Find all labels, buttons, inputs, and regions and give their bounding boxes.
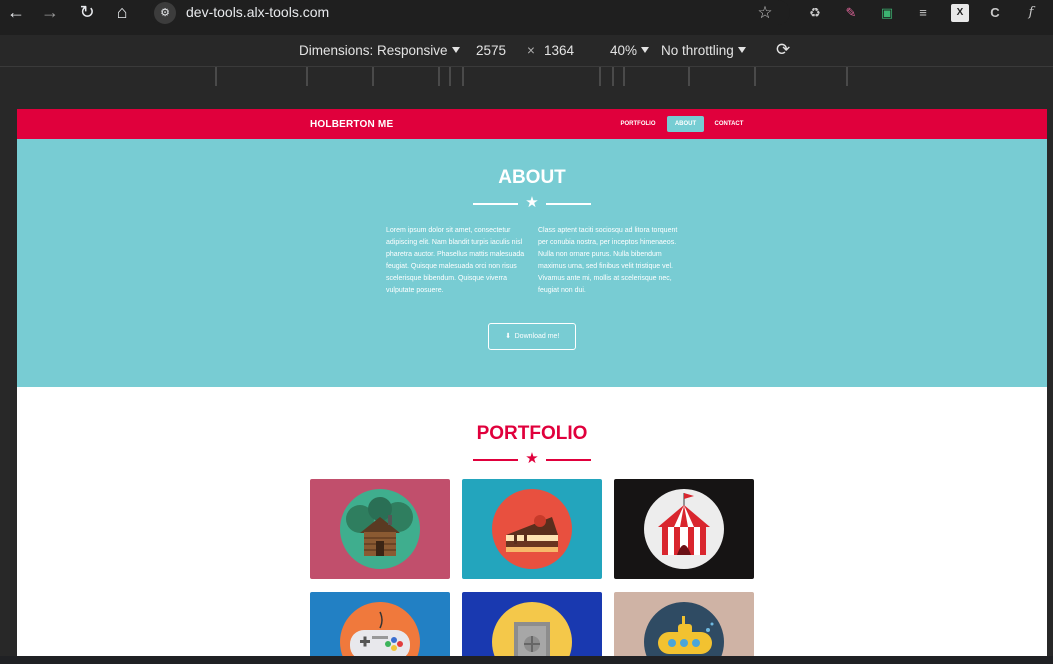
width-input[interactable]: 2575 xyxy=(476,43,506,58)
portfolio-tile-cabin[interactable] xyxy=(310,479,450,579)
forward-icon[interactable]: → xyxy=(38,0,62,25)
list-icon[interactable]: ≡ xyxy=(914,4,932,22)
download-icon: ⬇ xyxy=(505,333,512,340)
game-controller-icon xyxy=(340,602,420,656)
submarine-icon xyxy=(644,602,724,656)
star-icon: ★ xyxy=(525,450,539,467)
site-info-icon[interactable]: ⚙ xyxy=(154,2,176,24)
star-icon: ★ xyxy=(525,194,539,211)
times-sign: × xyxy=(527,43,535,58)
brush-icon[interactable]: ✎ xyxy=(842,4,860,22)
portfolio-tile-submarine[interactable] xyxy=(614,592,754,656)
xl-icon[interactable]: X xyxy=(951,4,969,22)
zoom-label: 40% xyxy=(610,43,638,58)
about-text-left: Lorem ipsum dolor sit amet, consectetur … xyxy=(386,227,525,294)
about-section: ABOUT ★ Lorem ipsum dolor sit amet, cons… xyxy=(17,139,1047,387)
site-navbar: HOLBERTON ME PORTFOLIO ABOUT CONTACT xyxy=(17,109,1047,139)
dimensions-label: Dimensions: Responsive xyxy=(299,43,448,58)
about-title: ABOUT xyxy=(498,167,566,188)
address-bar[interactable]: ⚙ dev-tools.alx-tools.com xyxy=(150,0,790,25)
nav-about[interactable]: ABOUT xyxy=(667,116,704,132)
browser-toolbar: ← → ↻ ⌂ ⚙ dev-tools.alx-tools.com ☆ ♻ ✎ … xyxy=(0,0,1053,35)
nav-contact[interactable]: CONTACT xyxy=(709,116,749,132)
device-toolbar: Dimensions: Responsive 2575 × 1364 40% N… xyxy=(0,35,1053,66)
zoom-dropdown[interactable]: 40% xyxy=(610,43,650,58)
media-query-ruler[interactable] xyxy=(0,66,1053,87)
safe-icon xyxy=(492,602,572,656)
back-icon[interactable]: ← xyxy=(4,0,28,25)
dimensions-dropdown[interactable]: Dimensions: Responsive xyxy=(299,43,460,58)
c-icon[interactable]: C xyxy=(986,4,1004,22)
portfolio-tile-game[interactable] xyxy=(310,592,450,656)
about-divider: ★ xyxy=(473,194,591,212)
circus-tent-icon xyxy=(644,489,724,569)
about-text-right: Class aptent taciti sociosqu ad litora t… xyxy=(538,227,678,294)
site-brand[interactable]: HOLBERTON ME xyxy=(310,119,393,130)
home-icon[interactable]: ⌂ xyxy=(110,0,134,25)
reload-icon[interactable]: ↻ xyxy=(75,0,99,25)
portfolio-title: PORTFOLIO xyxy=(476,423,588,444)
portfolio-tile-cake[interactable] xyxy=(462,479,602,579)
download-label: Download me! xyxy=(514,333,560,340)
portfolio-divider: ★ xyxy=(473,450,591,468)
bottom-edge xyxy=(0,656,1053,664)
recycle-icon[interactable]: ♻ xyxy=(806,4,824,22)
url-text[interactable]: dev-tools.alx-tools.com xyxy=(186,4,329,20)
rotate-icon[interactable]: ⟳ xyxy=(776,40,790,60)
portfolio-tile-circus[interactable] xyxy=(614,479,754,579)
screenshot-icon[interactable]: ▣ xyxy=(878,4,896,22)
height-input[interactable]: 1364 xyxy=(544,43,574,58)
font-icon[interactable]: f xyxy=(1022,4,1040,22)
cake-icon xyxy=(492,489,572,569)
download-button[interactable]: ⬇ Download me! xyxy=(488,323,576,350)
portfolio-tile-safe[interactable] xyxy=(462,592,602,656)
throttling-label: No throttling xyxy=(661,43,734,58)
star-icon[interactable]: ☆ xyxy=(756,4,774,22)
cabin-icon xyxy=(340,489,420,569)
throttling-dropdown[interactable]: No throttling xyxy=(661,43,746,58)
nav-portfolio[interactable]: PORTFOLIO xyxy=(614,116,662,132)
page-viewport: HOLBERTON ME PORTFOLIO ABOUT CONTACT ABO… xyxy=(17,109,1047,656)
